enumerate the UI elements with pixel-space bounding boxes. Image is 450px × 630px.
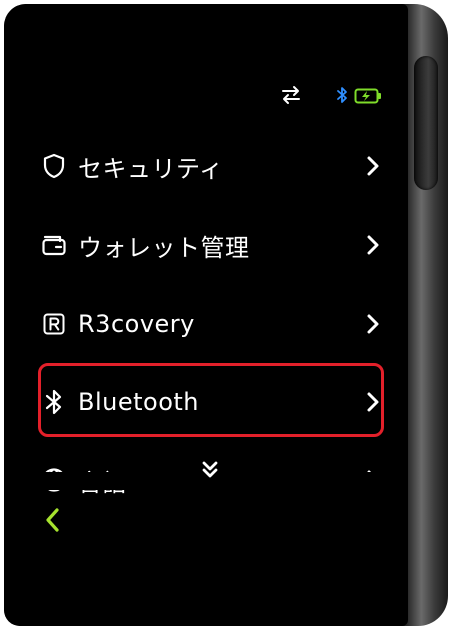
bluetooth-icon bbox=[337, 87, 347, 103]
menu-item-label: ウォレット管理 bbox=[78, 233, 250, 262]
status-bar bbox=[274, 82, 384, 108]
hardware-wallet-device: セキュリティ ウォレット管理 R3covery Bluetooth bbox=[4, 4, 448, 626]
highlight-outline bbox=[38, 363, 384, 437]
transfer-arrows-icon bbox=[282, 86, 300, 104]
battery-charging-icon bbox=[354, 88, 381, 104]
chevron-right-icon bbox=[367, 314, 379, 334]
menu-item-wallet-management[interactable]: ウォレット管理 bbox=[34, 215, 386, 275]
recovery-r-icon bbox=[40, 310, 68, 338]
menu-item-recovery[interactable]: R3covery bbox=[34, 294, 386, 354]
device-screen: セキュリティ ウォレット管理 R3covery Bluetooth bbox=[4, 4, 408, 626]
wallet-icon bbox=[40, 231, 68, 259]
chevron-right-icon bbox=[367, 235, 379, 255]
menu-item-label: R3covery bbox=[78, 310, 195, 338]
double-chevron-down-icon[interactable] bbox=[200, 460, 220, 480]
menu-item-label: セキュリティ bbox=[78, 154, 224, 183]
back-arrow-icon[interactable] bbox=[42, 506, 64, 534]
shield-icon bbox=[40, 152, 68, 180]
chevron-right-icon bbox=[367, 156, 379, 176]
side-button[interactable] bbox=[414, 56, 438, 190]
menu-item-security[interactable]: セキュリティ bbox=[34, 136, 386, 196]
